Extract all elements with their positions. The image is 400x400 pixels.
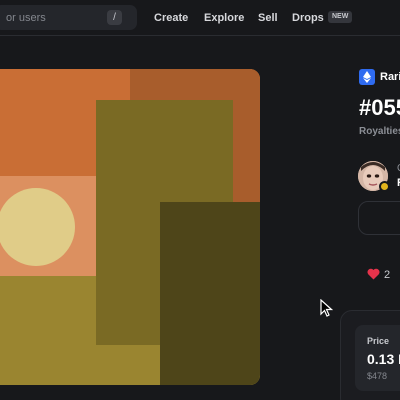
verified-badge-icon: [379, 181, 390, 192]
nft-artwork-image[interactable]: [0, 69, 260, 385]
nav-sell-link[interactable]: Sell: [258, 11, 278, 25]
search-shortcut-key: /: [107, 10, 122, 25]
artwork-dark-olive-block: [160, 202, 260, 385]
price-label: Price: [367, 336, 390, 346]
artwork-circle: [0, 188, 75, 266]
nav-create-link[interactable]: Create: [154, 11, 188, 25]
likes-count: 2: [384, 269, 391, 281]
royalties-text: Royalties: [359, 126, 400, 137]
nav-explore-link[interactable]: Explore: [204, 11, 244, 25]
search-input[interactable]: or users: [6, 10, 106, 26]
search-box[interactable]: or users /: [0, 5, 137, 30]
collection-name[interactable]: Rari: [380, 70, 400, 84]
top-navigation-bar: or users / Create Explore Sell Drops NEW: [0, 0, 400, 36]
ethereum-icon: [359, 69, 375, 85]
mouse-cursor-icon: [320, 299, 333, 317]
nav-drops-link[interactable]: Drops: [292, 11, 324, 25]
token-title: #055: [359, 95, 400, 120]
price-value: 0.13 E: [367, 351, 400, 367]
price-usd: $478: [367, 371, 388, 381]
action-button[interactable]: [358, 201, 400, 235]
heart-icon: [367, 268, 380, 280]
new-badge: NEW: [328, 11, 353, 23]
